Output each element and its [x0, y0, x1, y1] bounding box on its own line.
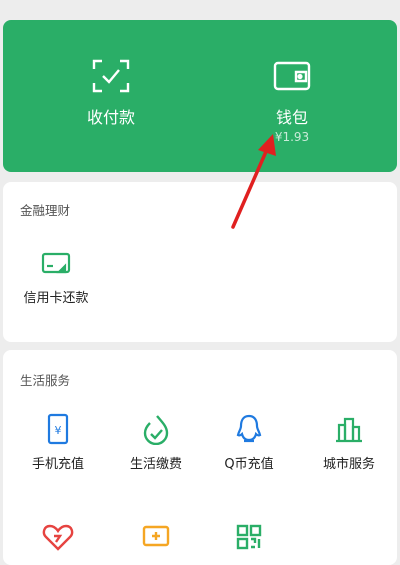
annotation-arrow — [231, 134, 276, 229]
